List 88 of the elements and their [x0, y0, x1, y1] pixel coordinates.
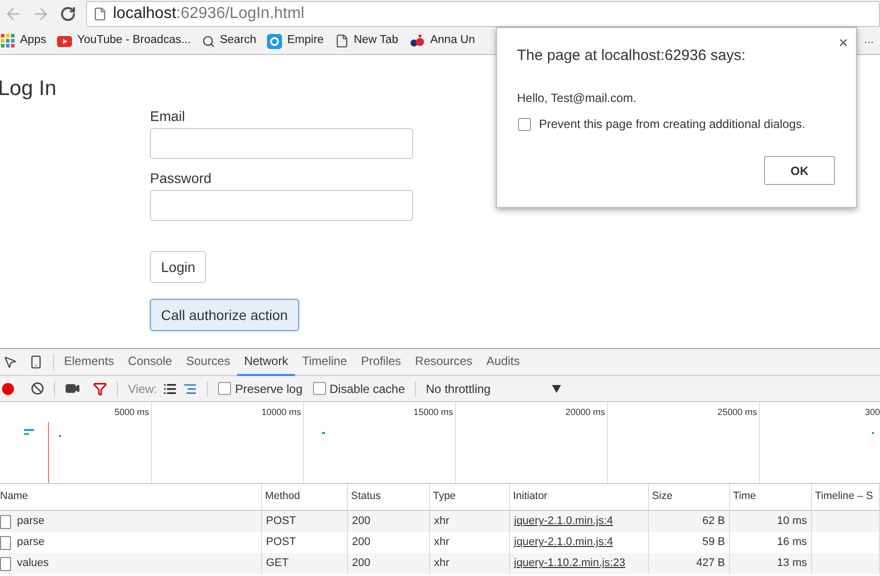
- page-icon: [334, 34, 349, 48]
- devtools-tab[interactable]: Resources: [408, 348, 480, 376]
- device-icon[interactable]: [29, 355, 43, 369]
- bookmark-item[interactable]: Empire: [267, 32, 324, 50]
- page-heading: Log In: [0, 76, 56, 102]
- table-cell-text: xhr: [434, 535, 450, 550]
- initiator-link[interactable]: jquery-1.10.2.min.js:23: [514, 555, 626, 572]
- dropdown-arrow-icon: [552, 384, 561, 392]
- bookmark-item[interactable]: YouTube - Broadcas...: [57, 32, 191, 50]
- devtools-tab[interactable]: Profiles: [354, 348, 408, 376]
- checkbox[interactable]: [312, 382, 326, 395]
- column-header[interactable]: Initiator: [513, 489, 548, 505]
- table-cell-text: POST: [266, 535, 296, 550]
- checkbox[interactable]: [218, 382, 232, 395]
- inspect-icon[interactable]: [3, 355, 17, 369]
- table-cell-text: GET: [266, 556, 289, 572]
- square-logo-icon: [267, 34, 282, 48]
- column-header[interactable]: Status: [351, 489, 381, 505]
- input-field[interactable]: [150, 190, 413, 221]
- checkbox-label: Preserve log: [235, 380, 303, 398]
- table-cell-text: 59 B: [702, 535, 725, 550]
- reload-icon[interactable]: [60, 6, 76, 22]
- badge-logo-icon: [409, 34, 426, 48]
- devtools-tab[interactable]: Console: [121, 348, 180, 376]
- record-icon[interactable]: [2, 382, 14, 394]
- list-view-icon[interactable]: [163, 382, 178, 396]
- bookmark-item[interactable]: New Tab: [334, 32, 398, 50]
- clear-icon[interactable]: [31, 382, 44, 395]
- table-cell-text: POST: [266, 514, 296, 530]
- time-tick-label: 5000 ms: [114, 406, 149, 418]
- devtools-tab[interactable]: Elements: [57, 348, 122, 376]
- column-header[interactable]: Time: [733, 489, 756, 505]
- table-cell-text: 62 B: [702, 514, 725, 530]
- table-cell-text: xhr: [434, 514, 450, 530]
- table-cell-text: values: [17, 556, 49, 572]
- page-icon: [93, 7, 107, 21]
- dialog-title: The page at localhost:62936 says:: [517, 46, 746, 66]
- address-bar[interactable]: localhost:62936/LogIn.html: [86, 1, 880, 27]
- field-label: Email: [150, 107, 186, 125]
- table-cell-text: 200: [352, 514, 370, 530]
- initiator-link[interactable]: jquery-2.1.0.min.js:4: [514, 534, 614, 551]
- column-header[interactable]: Timeline – S: [815, 489, 873, 505]
- bookmark-item[interactable]: Anna Un: [409, 32, 475, 50]
- table-cell-text: 13 ms: [777, 556, 807, 572]
- time-tick-label: 20000 ms: [565, 406, 605, 418]
- view-label: View:: [128, 380, 158, 398]
- action-button[interactable]: Login: [150, 251, 206, 283]
- filter-icon[interactable]: [93, 382, 107, 396]
- devtools-tab[interactable]: Timeline: [295, 348, 354, 376]
- ok-button[interactable]: OK: [764, 156, 835, 185]
- camera-icon[interactable]: [65, 381, 80, 396]
- field-label: Password: [150, 169, 212, 187]
- devtools-tab[interactable]: Audits: [479, 348, 527, 376]
- action-button[interactable]: Call authorize action: [150, 299, 299, 331]
- close-button[interactable]: ×: [838, 35, 848, 53]
- checkbox[interactable]: [518, 118, 531, 130]
- time-tick-label: 15000 ms: [413, 406, 453, 418]
- throttling-select[interactable]: No throttling: [426, 380, 561, 398]
- play-logo-icon: [57, 36, 72, 46]
- input-field[interactable]: [150, 128, 413, 159]
- dialog-message: Hello, Test@mail.com.: [517, 90, 636, 107]
- table-cell-text: 16 ms: [777, 535, 807, 550]
- initiator-link[interactable]: jquery-2.1.0.min.js:4: [514, 513, 614, 530]
- bookmark-item[interactable]: Apps: [1, 32, 46, 50]
- column-header[interactable]: Type: [433, 489, 456, 505]
- table-cell-text: parse: [17, 535, 45, 550]
- bookmark-item[interactable]: Search: [202, 32, 256, 50]
- table-cell-text: 200: [352, 535, 370, 550]
- table-cell-text: 427 B: [696, 556, 725, 572]
- time-tick-label: 25000 ms: [717, 406, 757, 418]
- table-cell-text: xhr: [434, 556, 450, 572]
- waterfall-view-icon[interactable]: [183, 382, 198, 396]
- time-tick-label: 300: [864, 406, 880, 418]
- checkbox-label: Disable cache: [330, 380, 405, 398]
- search-icon: [202, 34, 215, 48]
- table-cell-text: 10 ms: [777, 514, 807, 530]
- url-text: localhost:62936/LogIn.html: [113, 4, 304, 24]
- devtools-tab[interactable]: Sources: [179, 348, 238, 376]
- column-header[interactable]: Method: [265, 489, 300, 505]
- column-header[interactable]: Name: [0, 489, 28, 505]
- time-tick-label: 10000 ms: [261, 406, 301, 418]
- checkbox-label: Prevent this page from creating additional dialogs.: [539, 116, 806, 133]
- load-marker: [48, 422, 49, 483]
- table-cell-text: parse: [17, 514, 45, 530]
- apps-grid-icon: [1, 34, 15, 48]
- table-cell-text: 200: [352, 556, 370, 572]
- bookmarks-overflow[interactable]: ...: [864, 30, 874, 48]
- column-header[interactable]: Size: [652, 489, 672, 505]
